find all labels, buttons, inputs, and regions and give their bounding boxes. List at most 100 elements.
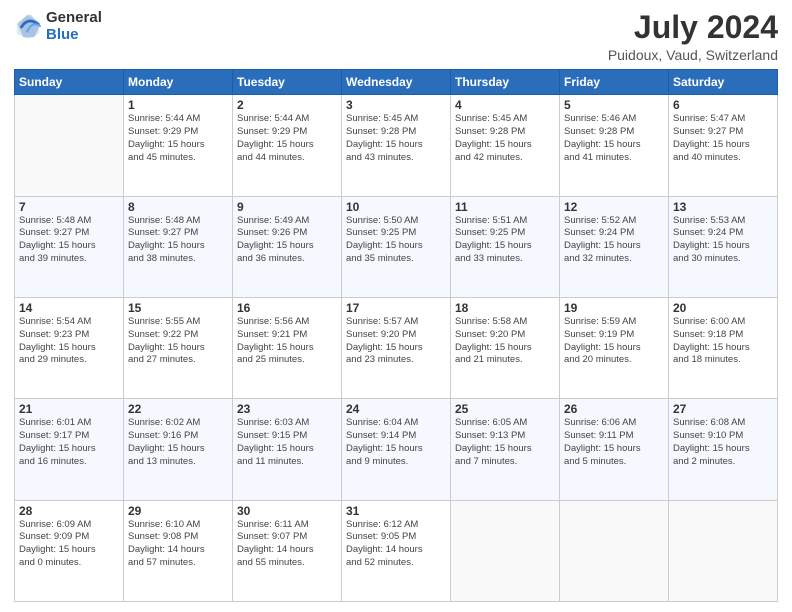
- table-row: [669, 500, 778, 601]
- day-number: 31: [346, 504, 446, 518]
- calendar-header: Sunday Monday Tuesday Wednesday Thursday…: [15, 70, 778, 95]
- header-row: Sunday Monday Tuesday Wednesday Thursday…: [15, 70, 778, 95]
- day-number: 30: [237, 504, 337, 518]
- table-row: 25Sunrise: 6:05 AM Sunset: 9:13 PM Dayli…: [451, 399, 560, 500]
- calendar-body: 1Sunrise: 5:44 AM Sunset: 9:29 PM Daylig…: [15, 95, 778, 602]
- day-info: Sunrise: 6:05 AM Sunset: 9:13 PM Dayligh…: [455, 417, 555, 468]
- page: General Blue July 2024 Puidoux, Vaud, Sw…: [0, 0, 792, 612]
- day-number: 18: [455, 301, 555, 315]
- table-row: 27Sunrise: 6:08 AM Sunset: 9:10 PM Dayli…: [669, 399, 778, 500]
- day-info: Sunrise: 6:10 AM Sunset: 9:08 PM Dayligh…: [128, 519, 228, 570]
- table-row: 6Sunrise: 5:47 AM Sunset: 9:27 PM Daylig…: [669, 95, 778, 196]
- table-row: 17Sunrise: 5:57 AM Sunset: 9:20 PM Dayli…: [342, 297, 451, 398]
- day-info: Sunrise: 6:09 AM Sunset: 9:09 PM Dayligh…: [19, 519, 119, 570]
- table-row: 16Sunrise: 5:56 AM Sunset: 9:21 PM Dayli…: [233, 297, 342, 398]
- day-number: 17: [346, 301, 446, 315]
- table-row: 29Sunrise: 6:10 AM Sunset: 9:08 PM Dayli…: [124, 500, 233, 601]
- day-info: Sunrise: 6:11 AM Sunset: 9:07 PM Dayligh…: [237, 519, 337, 570]
- day-info: Sunrise: 5:59 AM Sunset: 9:19 PM Dayligh…: [564, 316, 664, 367]
- day-info: Sunrise: 5:46 AM Sunset: 9:28 PM Dayligh…: [564, 113, 664, 164]
- table-row: [451, 500, 560, 601]
- calendar-table: Sunday Monday Tuesday Wednesday Thursday…: [14, 69, 778, 602]
- table-row: 20Sunrise: 6:00 AM Sunset: 9:18 PM Dayli…: [669, 297, 778, 398]
- table-row: 21Sunrise: 6:01 AM Sunset: 9:17 PM Dayli…: [15, 399, 124, 500]
- day-number: 10: [346, 200, 446, 214]
- day-info: Sunrise: 6:08 AM Sunset: 9:10 PM Dayligh…: [673, 417, 773, 468]
- day-info: Sunrise: 5:44 AM Sunset: 9:29 PM Dayligh…: [237, 113, 337, 164]
- col-monday: Monday: [124, 70, 233, 95]
- table-row: 5Sunrise: 5:46 AM Sunset: 9:28 PM Daylig…: [560, 95, 669, 196]
- day-number: 21: [19, 402, 119, 416]
- day-info: Sunrise: 5:55 AM Sunset: 9:22 PM Dayligh…: [128, 316, 228, 367]
- day-info: Sunrise: 5:49 AM Sunset: 9:26 PM Dayligh…: [237, 215, 337, 266]
- logo-general-text: General: [46, 10, 102, 27]
- day-info: Sunrise: 5:56 AM Sunset: 9:21 PM Dayligh…: [237, 316, 337, 367]
- day-info: Sunrise: 5:47 AM Sunset: 9:27 PM Dayligh…: [673, 113, 773, 164]
- subtitle: Puidoux, Vaud, Switzerland: [608, 47, 778, 63]
- day-info: Sunrise: 6:12 AM Sunset: 9:05 PM Dayligh…: [346, 519, 446, 570]
- day-number: 3: [346, 98, 446, 112]
- col-friday: Friday: [560, 70, 669, 95]
- day-number: 22: [128, 402, 228, 416]
- day-info: Sunrise: 5:57 AM Sunset: 9:20 PM Dayligh…: [346, 316, 446, 367]
- day-number: 16: [237, 301, 337, 315]
- day-number: 9: [237, 200, 337, 214]
- col-tuesday: Tuesday: [233, 70, 342, 95]
- calendar-week-row: 28Sunrise: 6:09 AM Sunset: 9:09 PM Dayli…: [15, 500, 778, 601]
- day-number: 20: [673, 301, 773, 315]
- day-number: 26: [564, 402, 664, 416]
- title-block: July 2024 Puidoux, Vaud, Switzerland: [608, 10, 778, 63]
- table-row: 18Sunrise: 5:58 AM Sunset: 9:20 PM Dayli…: [451, 297, 560, 398]
- calendar-week-row: 14Sunrise: 5:54 AM Sunset: 9:23 PM Dayli…: [15, 297, 778, 398]
- day-info: Sunrise: 6:00 AM Sunset: 9:18 PM Dayligh…: [673, 316, 773, 367]
- col-thursday: Thursday: [451, 70, 560, 95]
- day-number: 13: [673, 200, 773, 214]
- table-row: [560, 500, 669, 601]
- day-number: 23: [237, 402, 337, 416]
- table-row: 8Sunrise: 5:48 AM Sunset: 9:27 PM Daylig…: [124, 196, 233, 297]
- calendar-week-row: 7Sunrise: 5:48 AM Sunset: 9:27 PM Daylig…: [15, 196, 778, 297]
- table-row: 7Sunrise: 5:48 AM Sunset: 9:27 PM Daylig…: [15, 196, 124, 297]
- day-info: Sunrise: 5:48 AM Sunset: 9:27 PM Dayligh…: [19, 215, 119, 266]
- day-info: Sunrise: 6:06 AM Sunset: 9:11 PM Dayligh…: [564, 417, 664, 468]
- table-row: 23Sunrise: 6:03 AM Sunset: 9:15 PM Dayli…: [233, 399, 342, 500]
- day-info: Sunrise: 6:02 AM Sunset: 9:16 PM Dayligh…: [128, 417, 228, 468]
- day-number: 1: [128, 98, 228, 112]
- day-info: Sunrise: 5:53 AM Sunset: 9:24 PM Dayligh…: [673, 215, 773, 266]
- day-number: 4: [455, 98, 555, 112]
- table-row: 11Sunrise: 5:51 AM Sunset: 9:25 PM Dayli…: [451, 196, 560, 297]
- day-info: Sunrise: 5:44 AM Sunset: 9:29 PM Dayligh…: [128, 113, 228, 164]
- day-number: 11: [455, 200, 555, 214]
- table-row: 9Sunrise: 5:49 AM Sunset: 9:26 PM Daylig…: [233, 196, 342, 297]
- table-row: 30Sunrise: 6:11 AM Sunset: 9:07 PM Dayli…: [233, 500, 342, 601]
- table-row: 4Sunrise: 5:45 AM Sunset: 9:28 PM Daylig…: [451, 95, 560, 196]
- logo-blue-text: Blue: [46, 27, 102, 44]
- day-info: Sunrise: 5:51 AM Sunset: 9:25 PM Dayligh…: [455, 215, 555, 266]
- day-number: 2: [237, 98, 337, 112]
- table-row: 15Sunrise: 5:55 AM Sunset: 9:22 PM Dayli…: [124, 297, 233, 398]
- table-row: 13Sunrise: 5:53 AM Sunset: 9:24 PM Dayli…: [669, 196, 778, 297]
- day-number: 24: [346, 402, 446, 416]
- day-number: 15: [128, 301, 228, 315]
- day-info: Sunrise: 5:45 AM Sunset: 9:28 PM Dayligh…: [455, 113, 555, 164]
- day-number: 29: [128, 504, 228, 518]
- col-saturday: Saturday: [669, 70, 778, 95]
- calendar-week-row: 21Sunrise: 6:01 AM Sunset: 9:17 PM Dayli…: [15, 399, 778, 500]
- table-row: 2Sunrise: 5:44 AM Sunset: 9:29 PM Daylig…: [233, 95, 342, 196]
- col-sunday: Sunday: [15, 70, 124, 95]
- day-number: 6: [673, 98, 773, 112]
- day-info: Sunrise: 5:45 AM Sunset: 9:28 PM Dayligh…: [346, 113, 446, 164]
- day-number: 28: [19, 504, 119, 518]
- table-row: 24Sunrise: 6:04 AM Sunset: 9:14 PM Dayli…: [342, 399, 451, 500]
- day-number: 19: [564, 301, 664, 315]
- table-row: 14Sunrise: 5:54 AM Sunset: 9:23 PM Dayli…: [15, 297, 124, 398]
- table-row: 22Sunrise: 6:02 AM Sunset: 9:16 PM Dayli…: [124, 399, 233, 500]
- day-info: Sunrise: 5:54 AM Sunset: 9:23 PM Dayligh…: [19, 316, 119, 367]
- table-row: 31Sunrise: 6:12 AM Sunset: 9:05 PM Dayli…: [342, 500, 451, 601]
- day-info: Sunrise: 5:50 AM Sunset: 9:25 PM Dayligh…: [346, 215, 446, 266]
- col-wednesday: Wednesday: [342, 70, 451, 95]
- table-row: 28Sunrise: 6:09 AM Sunset: 9:09 PM Dayli…: [15, 500, 124, 601]
- day-info: Sunrise: 5:52 AM Sunset: 9:24 PM Dayligh…: [564, 215, 664, 266]
- day-number: 7: [19, 200, 119, 214]
- day-info: Sunrise: 6:03 AM Sunset: 9:15 PM Dayligh…: [237, 417, 337, 468]
